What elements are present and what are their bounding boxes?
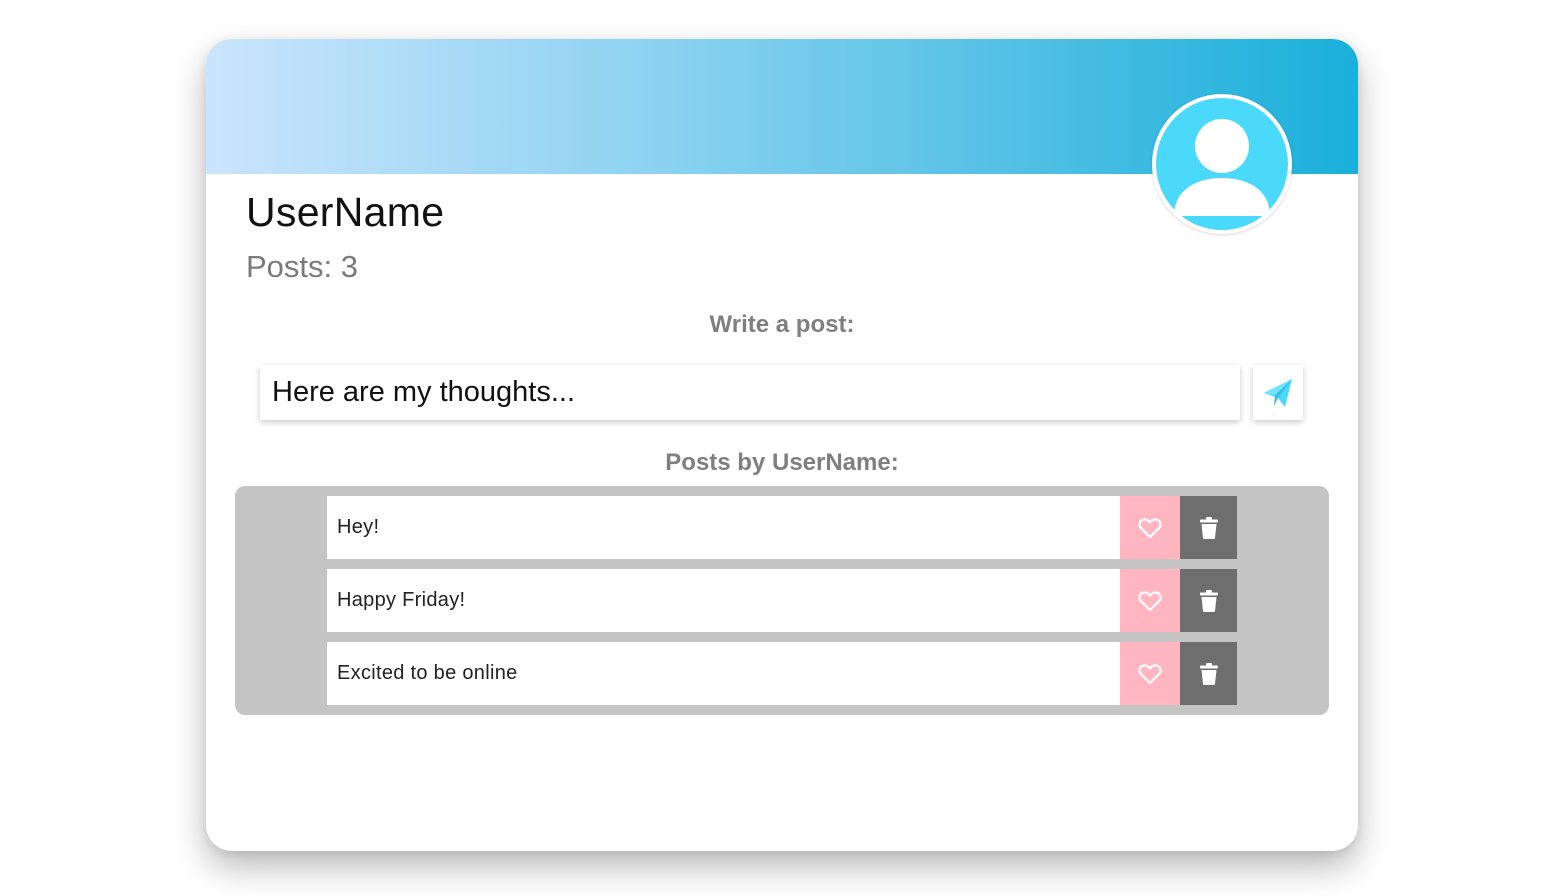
composer-title: Write a post:: [709, 311, 855, 338]
heart-outline-icon: [1138, 663, 1162, 684]
trash-icon: [1199, 589, 1218, 612]
user-avatar-icon: [1156, 98, 1288, 230]
post-text: Hey!: [327, 496, 1120, 559]
list-item: Excited to be online: [327, 642, 1237, 705]
posts-list: Hey! Happy Friday! Excited to be online: [235, 486, 1329, 715]
posts-count: Posts: 3: [246, 249, 358, 284]
username-heading: UserName: [246, 189, 445, 235]
like-button[interactable]: [1120, 642, 1180, 705]
feed-title: Posts by UserName:: [665, 449, 899, 476]
like-button[interactable]: [1120, 496, 1180, 559]
paper-plane-icon: [1264, 378, 1292, 407]
heart-outline-icon: [1138, 517, 1162, 538]
post-text: Excited to be online: [327, 642, 1120, 705]
trash-icon: [1199, 516, 1218, 539]
delete-button[interactable]: [1180, 642, 1237, 705]
list-item: Hey!: [327, 496, 1237, 559]
post-input[interactable]: [260, 365, 1240, 420]
list-item: Happy Friday!: [327, 569, 1237, 632]
trash-icon: [1199, 662, 1218, 685]
heart-outline-icon: [1138, 590, 1162, 611]
like-button[interactable]: [1120, 569, 1180, 632]
delete-button[interactable]: [1180, 569, 1237, 632]
post-text: Happy Friday!: [327, 569, 1120, 632]
avatar: [1152, 94, 1292, 234]
delete-button[interactable]: [1180, 496, 1237, 559]
send-post-button[interactable]: [1253, 365, 1303, 420]
profile-card: UserName Posts: 3 Write a post: Posts by…: [206, 39, 1358, 851]
